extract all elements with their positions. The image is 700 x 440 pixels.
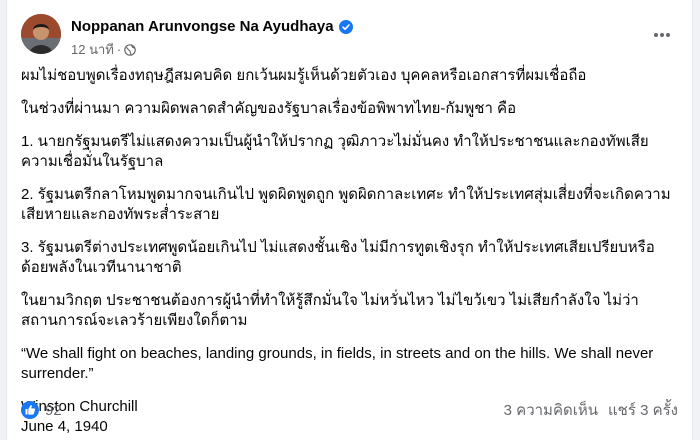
meta-separator: · bbox=[116, 42, 122, 57]
reaction-count[interactable]: 92 bbox=[45, 402, 62, 419]
author-line: Noppanan Arunvongse Na Ayudhaya bbox=[71, 18, 353, 35]
post-paragraph: 3. รัฐมนตรีต่างประเทศพูดน้อยเกินไป ไม่แส… bbox=[21, 239, 655, 276]
more-options-button[interactable] bbox=[648, 22, 676, 46]
engagement-stats: 3 ความคิดเห็น แชร์ 3 ครั้ง bbox=[504, 398, 678, 422]
avatar[interactable] bbox=[21, 14, 61, 54]
post-footer: 92 3 ความคิดเห็น แชร์ 3 ครั้ง bbox=[21, 398, 678, 422]
quote-paragraph: “We shall fight on beaches, landing grou… bbox=[21, 345, 654, 382]
verified-badge-icon bbox=[338, 19, 353, 34]
post-paragraph: ในยามวิกฤต ประชาชนต้องการผู้นำที่ทำให้รู… bbox=[21, 292, 639, 329]
comment-count[interactable]: 3 ความคิดเห็น bbox=[504, 398, 598, 422]
post-paragraph: ในช่วงที่ผ่านมา ความผิดพลาดสำคัญของรัฐบา… bbox=[21, 100, 517, 117]
share-count[interactable]: แชร์ 3 ครั้ง bbox=[608, 398, 678, 422]
post-card: Noppanan Arunvongse Na Ayudhaya 12 นาที … bbox=[6, 0, 693, 440]
author-name[interactable]: Noppanan Arunvongse Na Ayudhaya bbox=[71, 18, 334, 35]
post-paragraph: ผมไม่ชอบพูดเรื่องทฤษฎีสมคบคิด ยกเว้นผมรู… bbox=[21, 67, 587, 84]
post-meta: 12 นาที · bbox=[71, 39, 136, 60]
post-body: ผมไม่ชอบพูดเรื่องทฤษฎีสมคบคิด ยกเว้นผมรู… bbox=[21, 66, 681, 437]
globe-icon[interactable] bbox=[124, 43, 136, 56]
post-paragraph: 2. รัฐมนตรีกลาโหมพูดมากจนเกินไป พูดผิดพู… bbox=[21, 186, 671, 223]
more-options-icon bbox=[653, 25, 671, 43]
post-paragraph: 1. นายกรัฐมนตรีไม่แสดงความเป็นผู้นำให้ปร… bbox=[21, 133, 649, 170]
post-header: Noppanan Arunvongse Na Ayudhaya 12 นาที … bbox=[21, 14, 678, 58]
post-timestamp[interactable]: 12 นาที bbox=[71, 39, 114, 60]
like-icon[interactable] bbox=[21, 401, 39, 419]
